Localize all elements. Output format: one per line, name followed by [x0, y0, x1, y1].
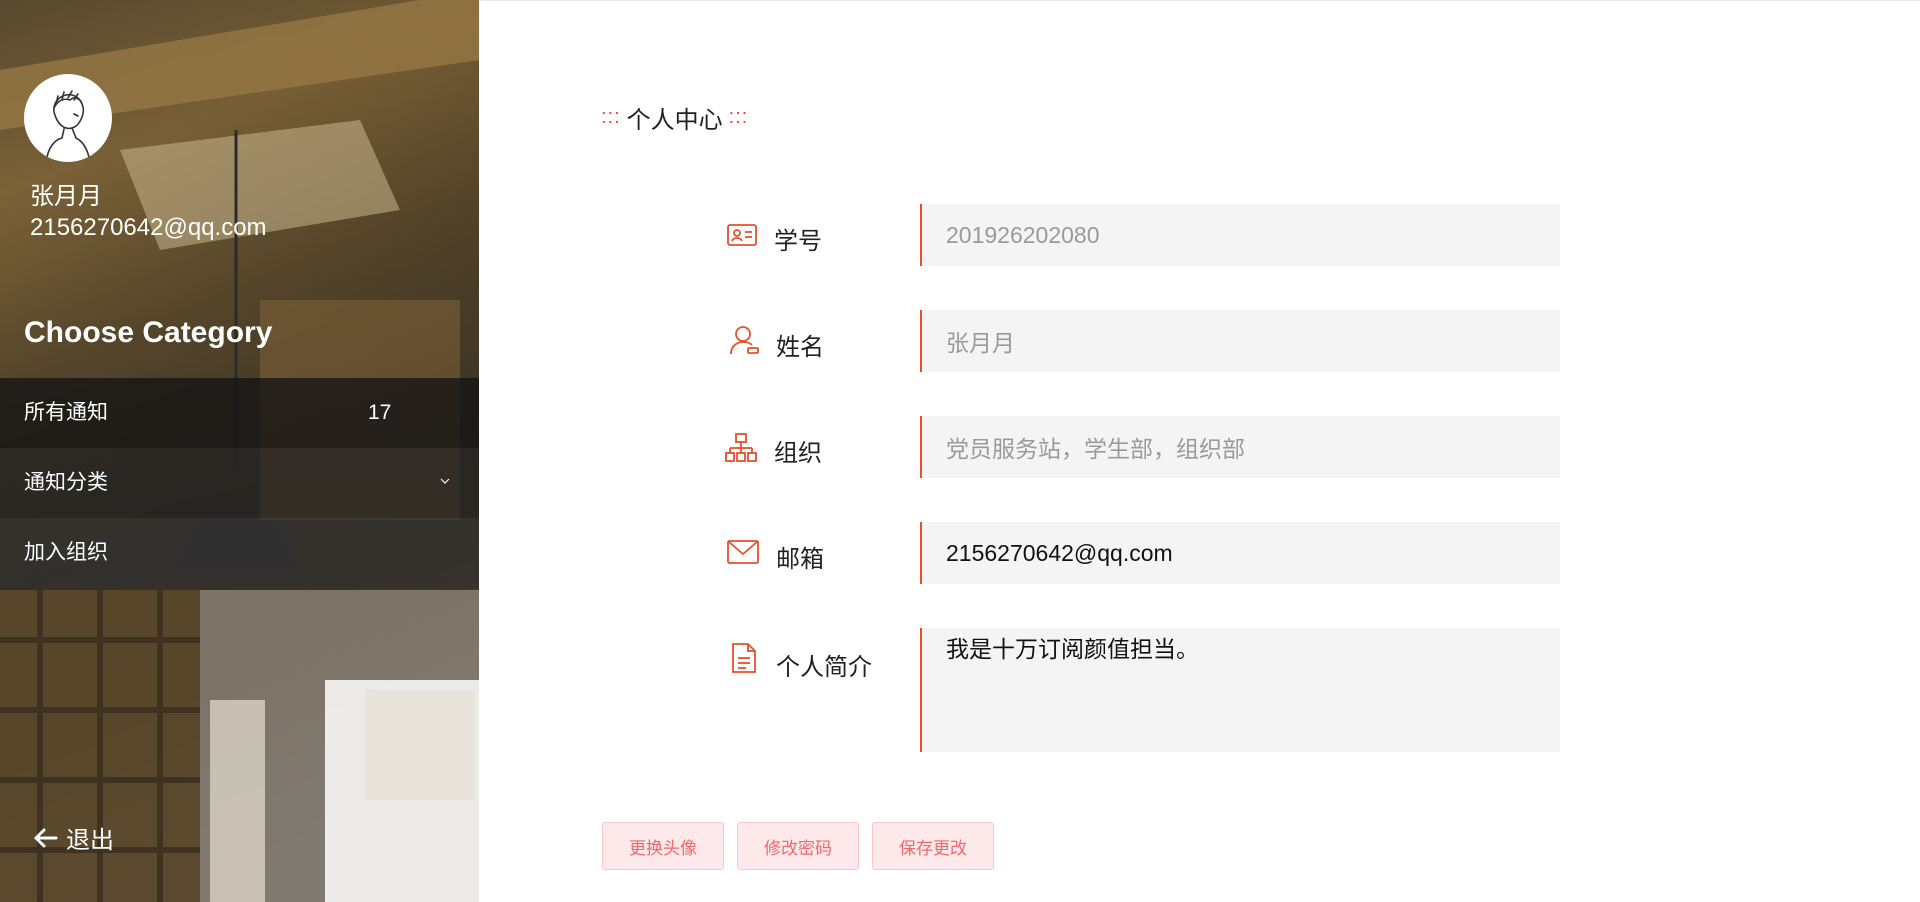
mail-icon: [727, 540, 759, 564]
bio-label: 个人简介: [776, 654, 872, 681]
sidebar-item-join-organization[interactable]: 加入组织: [0, 518, 479, 588]
bio-field[interactable]: 我是十万订阅颜值担当。: [920, 628, 1560, 752]
id-card-icon: [727, 224, 757, 246]
student-id-label: 学号: [774, 228, 822, 255]
sidebar-item-notice-categories[interactable]: 通知分类: [0, 448, 479, 518]
change-password-button[interactable]: 修改密码: [737, 822, 859, 870]
name-field[interactable]: [920, 310, 1560, 372]
change-avatar-button[interactable]: 更换头像: [602, 822, 724, 870]
sidebar-item-all-notices[interactable]: 所有通知 17: [0, 378, 479, 448]
category-title: Choose Category: [24, 316, 273, 349]
user-name: 张月月: [30, 183, 102, 210]
student-id-field[interactable]: [920, 204, 1560, 266]
notice-count-badge: 17: [368, 401, 392, 424]
email-label: 邮箱: [776, 546, 824, 573]
sidebar: 张月月 2156270642@qq.com Choose Category 所有…: [0, 0, 479, 902]
sidebar-item-label: 加入组织: [24, 541, 108, 564]
sidebar-item-label: 所有通知: [24, 401, 108, 424]
organization-label: 组织: [774, 440, 822, 467]
sidebar-menu: 所有通知 17 通知分类 加入组织: [0, 378, 479, 588]
org-chart-icon: [725, 433, 757, 462]
logout-button[interactable]: 退出: [32, 820, 114, 855]
chevron-down-icon: [440, 478, 450, 484]
avatar[interactable]: [24, 74, 112, 162]
name-label: 姓名: [776, 334, 824, 361]
save-changes-button[interactable]: 保存更改: [872, 822, 994, 870]
top-divider: [479, 0, 1920, 1]
user-icon: [730, 326, 759, 355]
sidebar-item-label: 通知分类: [24, 471, 108, 494]
organization-field[interactable]: [920, 416, 1560, 478]
page-title-text: 个人中心: [626, 107, 723, 134]
user-email: 2156270642@qq.com: [30, 214, 267, 241]
avatar-illustration: [45, 90, 91, 162]
arrow-left-icon: [34, 828, 58, 847]
document-icon: [732, 643, 756, 673]
page-title: ::: 个人中心 :::: [601, 100, 748, 135]
email-field[interactable]: [920, 522, 1560, 584]
title-decoration-right: :::: [728, 106, 749, 128]
logout-label: 退出: [66, 827, 114, 854]
title-decoration-left: :::: [601, 106, 621, 128]
